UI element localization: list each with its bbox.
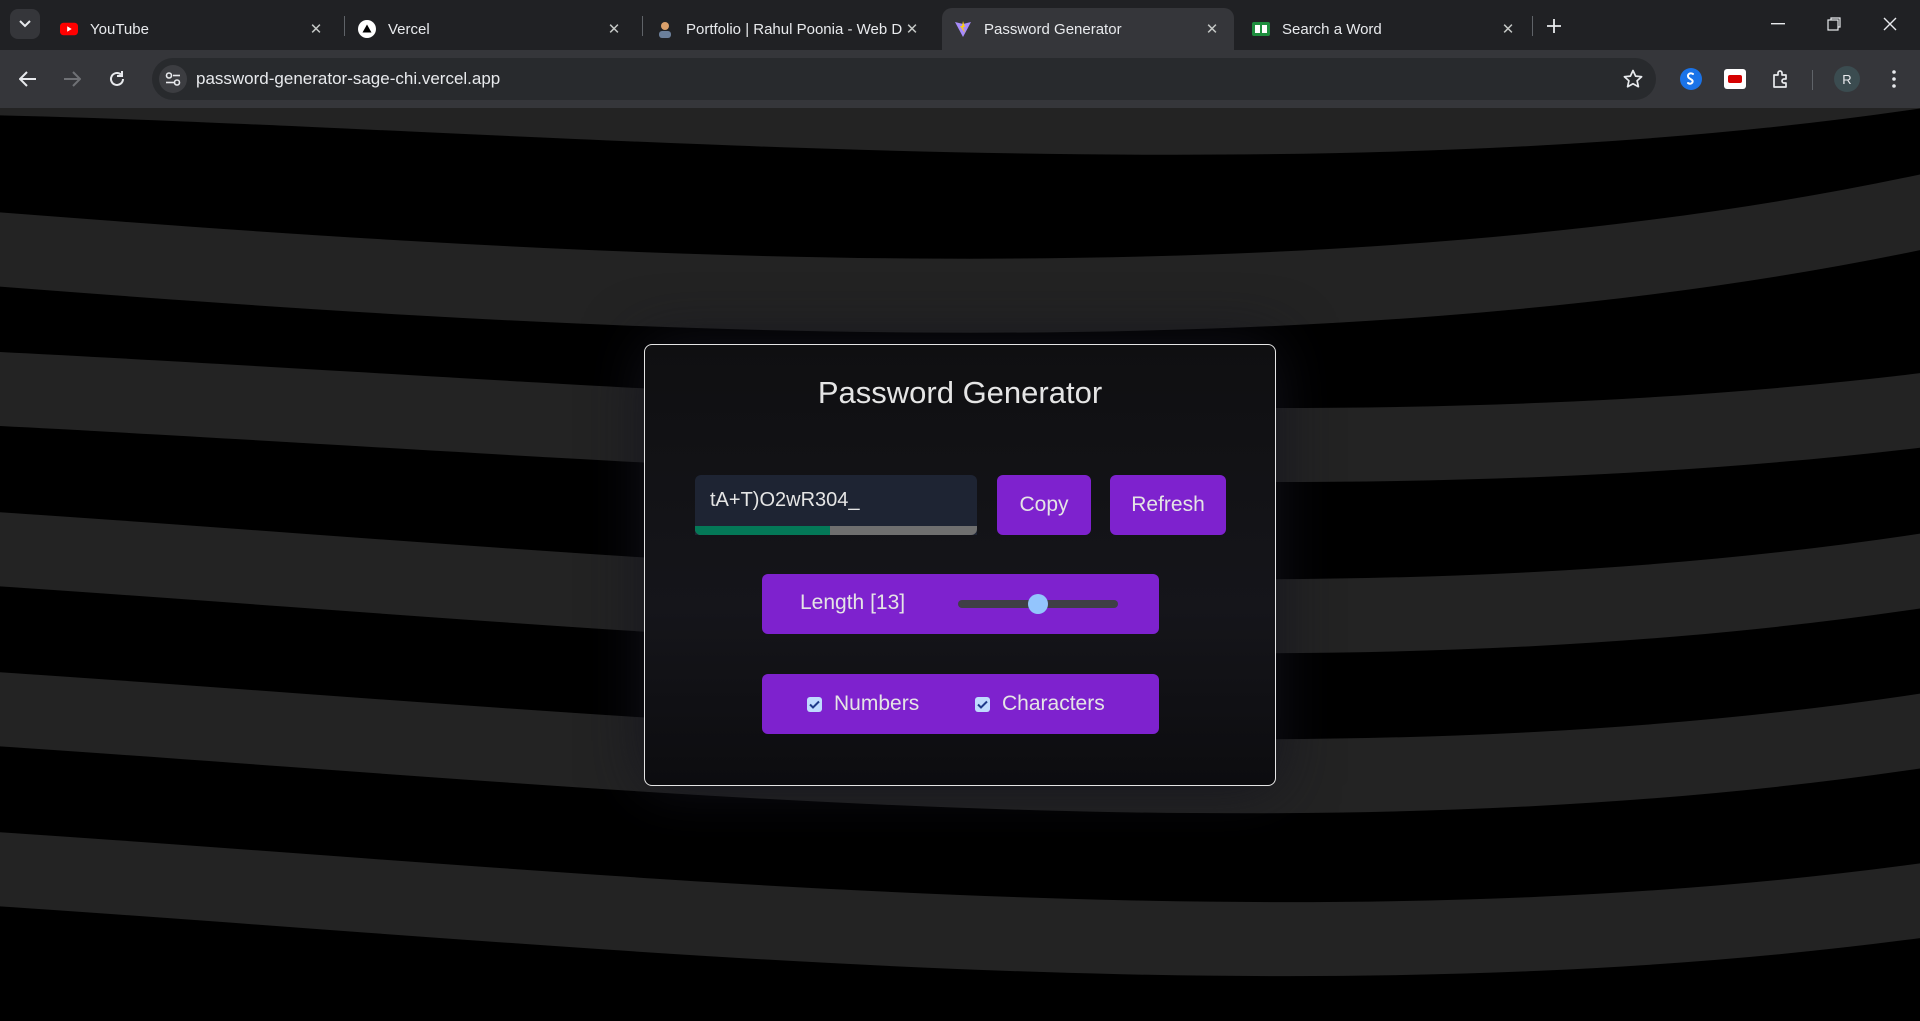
extension-button[interactable] xyxy=(1721,65,1749,93)
tab-title: Portfolio | Rahul Poonia - Web D xyxy=(686,20,902,38)
url-text[interactable]: password-generator-sage-chi.vercel.app xyxy=(196,69,500,89)
forward-button[interactable] xyxy=(55,62,89,96)
numbers-label: Numbers xyxy=(834,692,920,715)
close-window-button[interactable] xyxy=(1862,0,1918,48)
profile-avatar[interactable]: R xyxy=(1834,66,1860,92)
extension-red-icon xyxy=(1724,69,1746,89)
length-label: Length [13] xyxy=(800,591,906,614)
checkmark-icon xyxy=(809,700,820,709)
shazam-extension-button[interactable] xyxy=(1677,65,1705,93)
close-icon[interactable]: ✕ xyxy=(1498,19,1518,39)
plus-icon xyxy=(1547,19,1561,33)
tab-divider xyxy=(1532,16,1533,36)
strength-fill xyxy=(695,526,831,535)
slider-thumb[interactable] xyxy=(1028,594,1048,614)
tab-title: YouTube xyxy=(90,20,149,38)
tab-title: Password Generator xyxy=(984,20,1122,38)
tab-divider xyxy=(344,16,345,36)
extensions-menu-button[interactable] xyxy=(1767,65,1795,93)
tab-search-a-word[interactable]: Search a Word ✕ xyxy=(1240,8,1530,50)
arrow-left-icon xyxy=(19,71,36,87)
password-generator-card: Password Generator Copy Refresh Length [… xyxy=(644,344,1276,786)
close-icon[interactable]: ✕ xyxy=(604,19,624,39)
refresh-button[interactable]: Refresh xyxy=(1110,475,1226,535)
tune-icon xyxy=(165,72,181,86)
portfolio-avatar-icon xyxy=(656,20,674,38)
close-icon[interactable]: ✕ xyxy=(306,19,326,39)
numbers-option[interactable]: Numbers xyxy=(807,692,919,716)
dictionary-icon xyxy=(1252,20,1270,38)
checkmark-icon xyxy=(977,700,988,709)
tab-vercel[interactable]: Vercel ✕ xyxy=(346,8,636,50)
length-slider[interactable] xyxy=(958,594,1118,614)
tab-youtube[interactable]: YouTube ✕ xyxy=(48,8,338,50)
restore-button[interactable] xyxy=(1806,0,1862,48)
close-icon xyxy=(1883,17,1897,31)
restore-icon xyxy=(1827,17,1841,31)
close-icon[interactable]: ✕ xyxy=(902,19,922,39)
page-title: Password Generator xyxy=(817,375,1103,410)
reload-icon xyxy=(110,71,124,86)
numbers-checkbox[interactable] xyxy=(807,696,822,712)
length-control: Length [13] xyxy=(762,574,1159,634)
back-button[interactable] xyxy=(11,62,45,96)
vite-icon xyxy=(954,20,972,38)
address-bar[interactable]: password-generator-sage-chi.vercel.app xyxy=(152,58,1656,100)
kebab-menu-icon xyxy=(1892,70,1896,88)
youtube-icon xyxy=(60,20,78,38)
site-info-button[interactable] xyxy=(159,65,187,93)
browser-menu-button[interactable] xyxy=(1880,65,1908,93)
chevron-down-icon xyxy=(19,20,31,28)
new-tab-button[interactable] xyxy=(1540,12,1568,40)
characters-checkbox[interactable] xyxy=(975,696,990,712)
minimize-button[interactable] xyxy=(1750,0,1806,48)
minimize-icon xyxy=(1771,23,1785,25)
characters-label: Characters xyxy=(1002,692,1105,715)
tab-portfolio[interactable]: Portfolio | Rahul Poonia - Web D ✕ xyxy=(644,8,934,50)
tab-strip: YouTube ✕ Vercel ✕ Portfolio | Rahul Poo… xyxy=(0,0,1920,50)
tab-title: Vercel xyxy=(388,20,430,38)
browser-toolbar: password-generator-sage-chi.vercel.app R xyxy=(0,50,1920,108)
tab-divider xyxy=(642,16,643,36)
options-panel: Numbers Characters xyxy=(762,674,1159,734)
shazam-icon xyxy=(1680,68,1702,90)
reload-button[interactable] xyxy=(100,62,134,96)
tab-search-button[interactable] xyxy=(10,9,40,39)
close-icon[interactable]: ✕ xyxy=(1202,19,1222,39)
star-icon xyxy=(1623,69,1643,88)
bookmark-star-button[interactable] xyxy=(1620,66,1646,92)
page-viewport: Password Generator Copy Refresh Length [… xyxy=(0,108,1920,1021)
characters-option[interactable]: Characters xyxy=(975,692,1105,716)
arrow-right-icon xyxy=(64,71,81,87)
puzzle-icon xyxy=(1773,70,1787,88)
copy-button[interactable]: Copy xyxy=(997,475,1091,535)
tab-title: Search a Word xyxy=(1282,20,1382,38)
vercel-icon xyxy=(358,20,376,38)
tab-password-generator[interactable]: Password Generator ✕ xyxy=(942,8,1234,50)
toolbar-divider xyxy=(1812,70,1813,90)
password-strength-bar xyxy=(695,526,977,535)
